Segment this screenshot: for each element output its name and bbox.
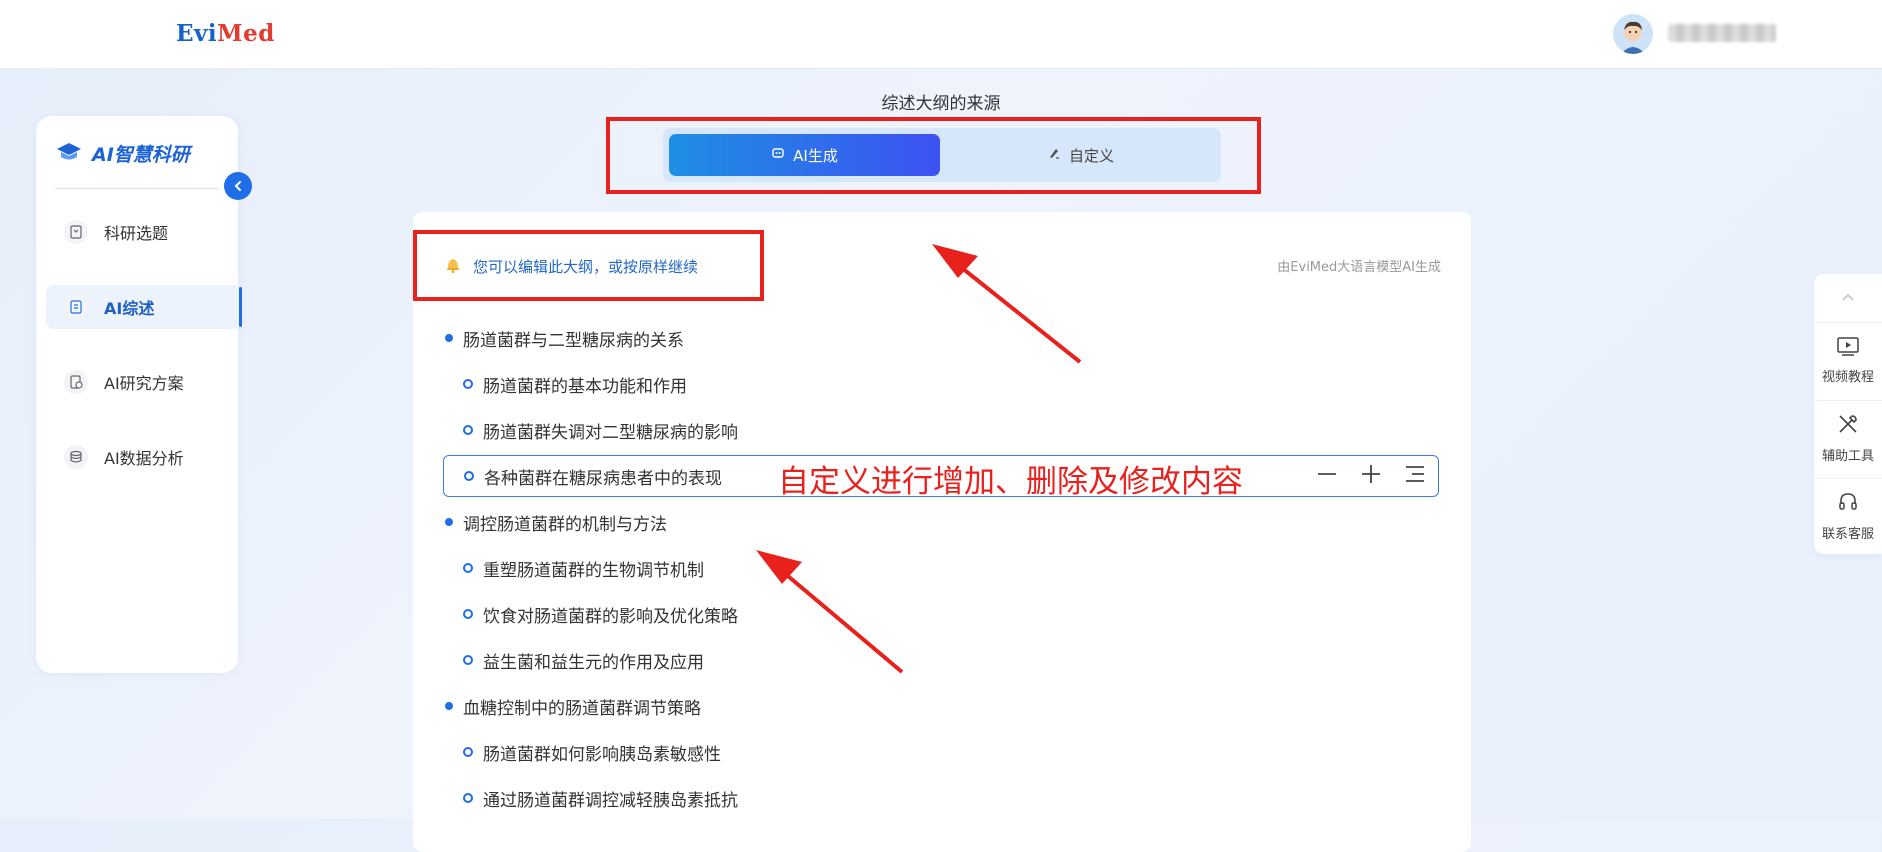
arrow-to-source-toggle (932, 244, 1082, 364)
arrow-to-outline (756, 550, 904, 674)
annotation-arrows (756, 244, 1082, 674)
